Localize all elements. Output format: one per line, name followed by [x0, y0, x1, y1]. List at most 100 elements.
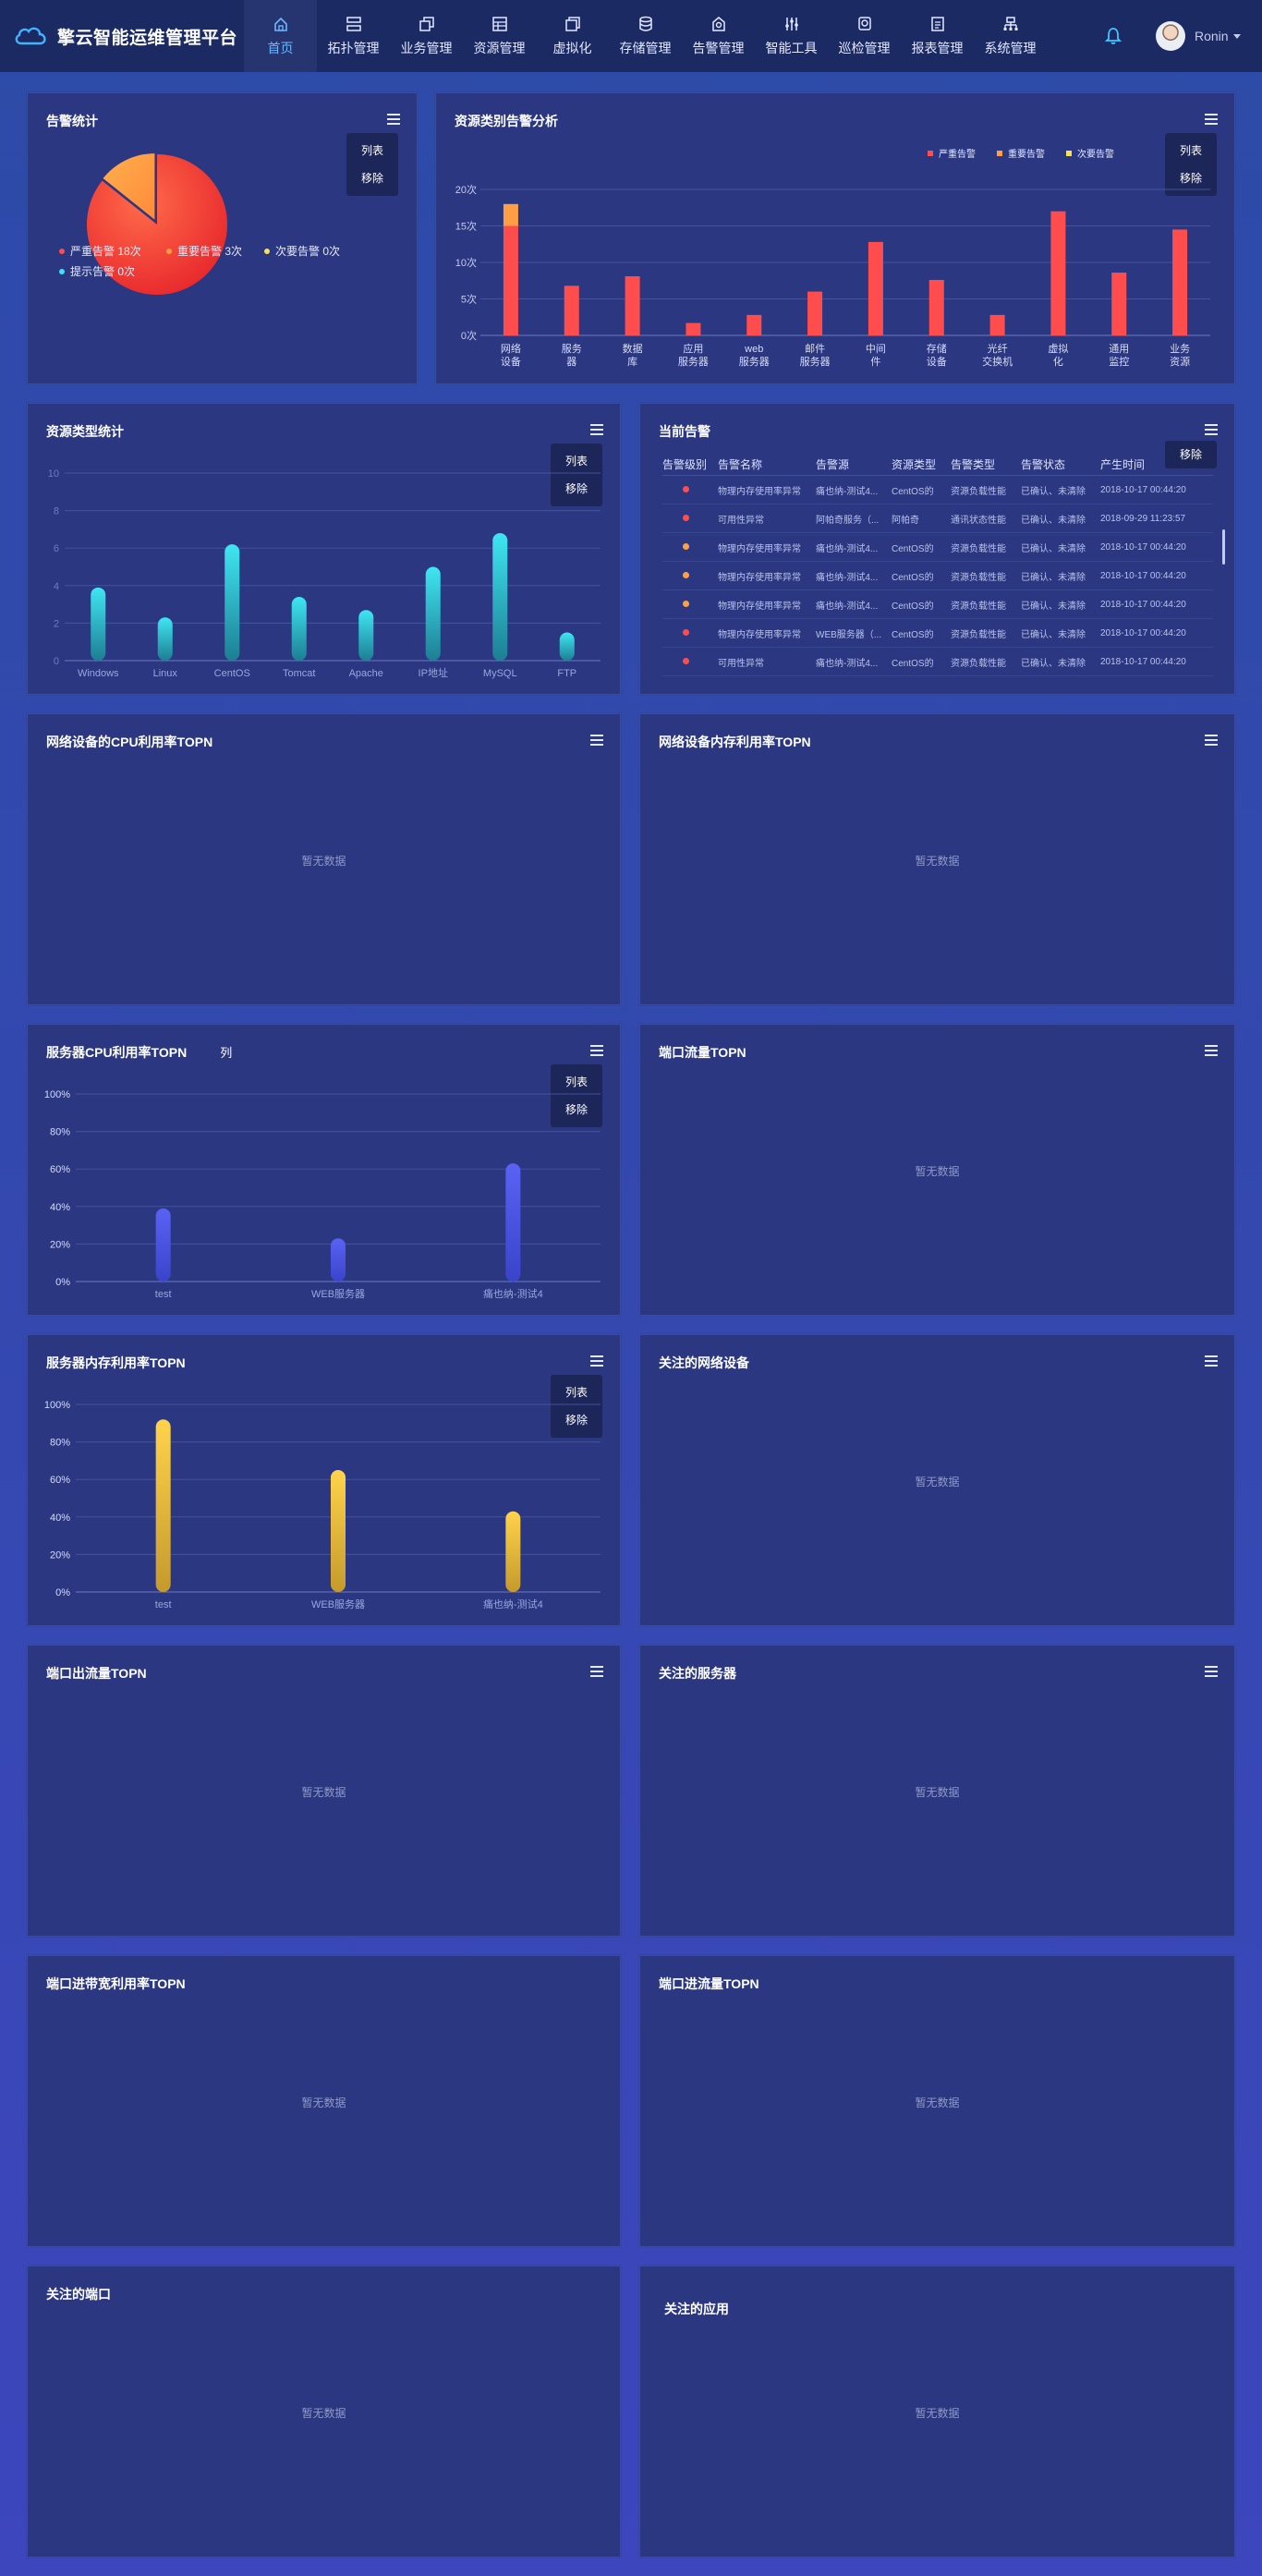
table-row[interactable]: 物理内存使用率异常 WEB服务器（... CentOS的 资源负载性能 已确认、未清除 2…	[662, 619, 1213, 648]
logo[interactable]: 擎云智能运维管理平台	[0, 0, 244, 72]
column-header[interactable]: 告警源	[816, 456, 892, 472]
column-header[interactable]: 资源类型	[892, 456, 951, 472]
bar[interactable]	[505, 1163, 521, 1282]
x-tick-label: 邮件	[805, 343, 825, 355]
bar[interactable]	[746, 314, 762, 335]
menu-icon[interactable]	[1205, 424, 1218, 435]
nav-item-tools[interactable]: 智能工具	[755, 0, 828, 72]
bar[interactable]	[331, 1470, 346, 1592]
cell-state: 已确认、未清除	[1021, 658, 1086, 669]
bar[interactable]	[291, 596, 307, 661]
nav-label: 业务管理	[400, 41, 453, 55]
nav-item-alarm[interactable]: 告警管理	[682, 0, 755, 72]
x-tick-label: 痛也纳-测试4	[483, 1598, 543, 1610]
table-row[interactable]: 物理内存使用率异常 痛也纳-测试4... CentOS的 资源负载性能 已确认、未清除 2…	[662, 590, 1213, 619]
nav-item-business[interactable]: 业务管理	[390, 0, 463, 72]
column-header[interactable]: 告警级别	[662, 456, 718, 472]
bar[interactable]	[425, 566, 441, 662]
bar[interactable]	[564, 286, 579, 335]
bar[interactable]	[559, 632, 575, 661]
legend-item[interactable]: 次要告警 0次	[264, 243, 340, 259]
avatar[interactable]	[1156, 21, 1185, 51]
scrollbar[interactable]	[1222, 529, 1225, 565]
menu-icon[interactable]	[1205, 735, 1218, 746]
cell-atype: 资源负载性能	[951, 486, 1006, 497]
cell-src: 痛也纳-测试4...	[816, 601, 879, 612]
bar[interactable]	[503, 225, 518, 336]
y-tick-label: 80%	[50, 1127, 70, 1138]
x-tick-label: WEB服务器	[311, 1598, 365, 1610]
bar[interactable]	[1050, 211, 1066, 335]
system-icon	[1003, 17, 1017, 30]
menu-icon[interactable]	[590, 1666, 603, 1677]
nav-item-topology[interactable]: 拓扑管理	[317, 0, 390, 72]
bar[interactable]	[625, 276, 640, 335]
nav-item-inspect[interactable]: 巡检管理	[828, 0, 901, 72]
cell-src: 痛也纳-测试4...	[816, 572, 879, 583]
bell-icon[interactable]	[1103, 26, 1123, 46]
no-data: 暂无数据	[915, 1476, 960, 1488]
net-cpu-panel: 网络设备的CPU利用率TOPN 暂无数据	[27, 713, 621, 1005]
legend-item[interactable]: 严重告警 18次	[59, 243, 141, 259]
y-tick-label: 8	[54, 506, 59, 517]
bar[interactable]	[1172, 229, 1188, 335]
user-name[interactable]: Ronin	[1195, 29, 1229, 43]
y-tick-label: 10次	[455, 256, 477, 269]
bar[interactable]	[868, 241, 883, 335]
bar[interactable]	[503, 203, 518, 226]
nav-item-system[interactable]: 系统管理	[974, 0, 1047, 72]
no-data: 暂无数据	[915, 1165, 960, 1178]
nav-item-home[interactable]: 首页	[244, 0, 317, 72]
x-tick-label: 服务器	[739, 356, 770, 368]
bar[interactable]	[505, 1511, 521, 1592]
cell-time: 2018-09-29 11:23:57	[1100, 513, 1186, 524]
y-tick-label: 60%	[50, 1164, 70, 1175]
bar[interactable]	[331, 1238, 346, 1282]
table-row[interactable]: 物理内存使用率异常 痛也纳-测试4... CentOS的 资源负载性能 已确认、未清除 2…	[662, 562, 1213, 590]
fav-server-panel: 关注的服务器 暂无数据	[639, 1645, 1235, 1937]
resource-icon	[491, 17, 507, 31]
column-header[interactable]: 告警名称	[718, 456, 816, 472]
menu-icon[interactable]	[1205, 1666, 1218, 1677]
cell-type: CentOS的	[892, 658, 934, 669]
table-row[interactable]: 物理内存使用率异常 痛也纳-测试4... CentOS的 资源负载性能 已确认、未清除 2…	[662, 476, 1213, 504]
bar[interactable]	[686, 322, 701, 335]
column-header[interactable]: 告警状态	[1021, 456, 1100, 472]
menu-icon[interactable]	[1205, 1355, 1218, 1367]
column-header[interactable]: 告警类型	[951, 456, 1021, 472]
port-out-panel: 端口出流量TOPN 暂无数据	[27, 1645, 621, 1937]
bar[interactable]	[807, 291, 823, 335]
bar[interactable]	[1111, 273, 1127, 335]
port-bandwidth-panel: 端口进带宽利用率TOPN 暂无数据	[27, 1955, 621, 2247]
bar[interactable]	[155, 1419, 171, 1592]
chevron-down-icon[interactable]	[1233, 34, 1241, 39]
legend-item[interactable]: 提示告警 0次	[59, 263, 135, 279]
table-row[interactable]: 可用性异常 痛也纳-测试4... CentOS的 资源负载性能 已确认、未清除 2018-…	[662, 648, 1213, 676]
nav-item-virtual[interactable]: 虚拟化	[536, 0, 609, 72]
bar[interactable]	[224, 544, 240, 661]
menu-icon[interactable]	[590, 735, 603, 746]
fav-net-panel: 关注的网络设备 暂无数据	[639, 1334, 1235, 1626]
bar[interactable]	[492, 532, 508, 661]
bar[interactable]	[358, 610, 374, 661]
menu-icon[interactable]	[1205, 1045, 1218, 1056]
bar[interactable]	[989, 314, 1005, 335]
y-tick-label: 100%	[44, 1089, 70, 1100]
y-tick-label: 2	[54, 618, 59, 629]
resource-alarm-chart: 0次5次10次15次20次网络设备服务器数据库应用服务器web服务器邮件服务器中…	[455, 183, 1210, 368]
column-header[interactable]: 产生时间	[1100, 456, 1202, 472]
cell-type: CentOS的	[892, 572, 934, 583]
table-row[interactable]: 物理内存使用率异常 痛也纳-测试4... CentOS的 资源负载性能 已确认、未清除 2…	[662, 533, 1213, 562]
table-row[interactable]: 可用性异常 阿帕奇服务（... 阿帕奇 通讯状态性能 已确认、未清除 2018-09-29…	[662, 504, 1213, 533]
legend-item[interactable]: 重要告警 3次	[166, 243, 242, 259]
panel-title: 网络设备的CPU利用率TOPN	[46, 735, 213, 749]
nav-item-resource[interactable]: 资源管理	[463, 0, 536, 72]
nav-item-storage[interactable]: 存储管理	[609, 0, 682, 72]
bar[interactable]	[928, 279, 944, 335]
cell-type: CentOS的	[892, 629, 934, 640]
report-icon	[930, 17, 944, 31]
bar[interactable]	[155, 1208, 171, 1282]
bar[interactable]	[91, 587, 106, 661]
nav-item-report[interactable]: 报表管理	[901, 0, 974, 72]
bar[interactable]	[157, 617, 173, 661]
